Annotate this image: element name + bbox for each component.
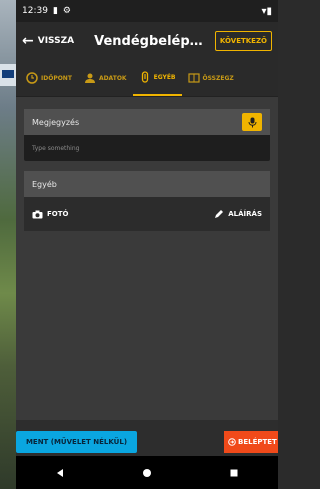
tab-idopont[interactable]: IDŐPONT xyxy=(20,60,78,96)
signal-icon: ▾▮ xyxy=(261,5,272,17)
nav-recents-icon[interactable] xyxy=(229,468,239,478)
tab-label: IDŐPONT xyxy=(41,74,72,82)
back-label: VISSZA xyxy=(37,36,75,46)
photo-label: FOTÓ xyxy=(47,210,69,218)
app-window: 12:39 ▮ ⚙ ▾▮ ← VISSZA Vendégbelépés - E.… xyxy=(16,0,278,489)
microphone-icon xyxy=(248,117,256,127)
background-photo xyxy=(0,0,16,489)
battery-saver-icon: ▮ xyxy=(52,6,58,16)
page-title: Vendégbelépés - E... xyxy=(94,33,209,49)
settings-icon: ⚙ xyxy=(62,6,71,16)
system-nav-bar xyxy=(16,456,278,489)
step-tabs: IDŐPONT ADATOK EGYÉB ÖSSZEGZ xyxy=(16,60,278,97)
app-toolbar: ← VISSZA Vendégbelépés - E... KÖVETKEZŐ xyxy=(16,22,278,60)
checkin-button[interactable]: BELÉPTET xyxy=(224,431,278,453)
attachment-icon xyxy=(141,71,148,83)
nav-home-icon[interactable] xyxy=(142,468,152,478)
note-placeholder: Type something xyxy=(32,144,80,152)
footer-bar: MENT (MŰVELET NÉLKÜL) BELÉPTET xyxy=(16,420,278,456)
signature-button[interactable]: ALÁÍRÁS xyxy=(214,209,262,219)
status-bar: 12:39 ▮ ⚙ ▾▮ xyxy=(16,0,278,22)
tab-label: EGYÉB xyxy=(153,73,176,81)
checkin-label: BELÉPTET xyxy=(238,438,277,446)
signature-label: ALÁÍRÁS xyxy=(228,210,262,218)
other-actions: FOTÓ ALÁÍRÁS xyxy=(24,197,270,231)
other-header: Egyéb xyxy=(24,171,270,197)
summary-icon xyxy=(187,73,200,83)
pen-icon xyxy=(215,210,224,218)
note-label: Megjegyzés xyxy=(32,117,80,127)
background-logo xyxy=(0,64,16,86)
camera-icon xyxy=(32,210,43,218)
tab-adatok[interactable]: ADATOK xyxy=(78,60,133,96)
person-icon xyxy=(84,73,95,83)
other-card: Egyéb FOTÓ ALÁÍRÁS xyxy=(24,171,270,231)
nav-back-icon[interactable] xyxy=(55,468,65,478)
photo-button[interactable]: FOTÓ xyxy=(32,210,68,219)
back-button[interactable]: ← VISSZA xyxy=(22,33,74,49)
tab-label: ADATOK xyxy=(98,74,127,82)
note-header: Megjegyzés xyxy=(24,109,270,135)
note-input[interactable]: Type something xyxy=(24,135,270,161)
save-without-action-button[interactable]: MENT (MŰVELET NÉLKÜL) xyxy=(16,431,137,453)
tab-osszegzes[interactable]: ÖSSZEGZ xyxy=(182,60,240,96)
microphone-button[interactable] xyxy=(242,113,262,131)
other-label: Egyéb xyxy=(32,179,57,189)
back-arrow-icon: ← xyxy=(22,33,34,49)
tab-egyeb[interactable]: EGYÉB xyxy=(132,60,182,96)
checkin-icon xyxy=(228,438,236,446)
next-button[interactable]: KÖVETKEZŐ xyxy=(214,31,272,51)
status-time: 12:39 xyxy=(22,6,48,16)
note-card: Megjegyzés Type something xyxy=(24,109,270,161)
tab-label: ÖSSZEGZ xyxy=(202,74,234,82)
clock-icon xyxy=(26,72,38,84)
form-content: Megjegyzés Type something Egyéb FOTÓ ALÁ… xyxy=(16,97,278,231)
